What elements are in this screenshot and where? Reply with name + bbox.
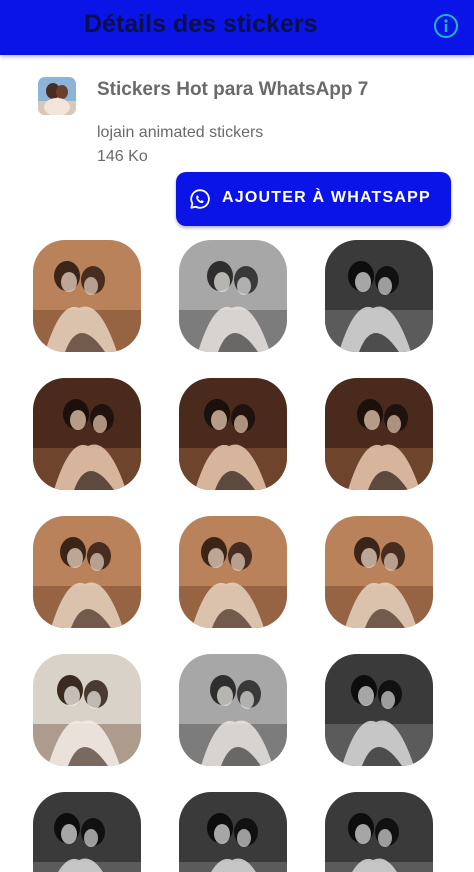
sticker-item[interactable] [325,792,433,872]
sticker-image [325,516,433,628]
pack-tray-image [38,77,76,115]
page-title: Détails des stickers [84,10,318,38]
pack-size: 146 Ko [97,148,148,165]
sticker-grid [0,240,474,872]
sticker-item[interactable] [33,516,141,628]
sticker-item[interactable] [325,378,433,490]
sticker-image [325,378,433,490]
pack-publisher: lojain animated stickers [97,124,264,141]
sticker-item[interactable] [33,378,141,490]
sticker-image [179,654,287,766]
sticker-item[interactable] [179,654,287,766]
sticker-item[interactable] [33,792,141,872]
add-to-whatsapp-label: AJOUTER À WHATSAPP [222,189,431,206]
whatsapp-icon [190,189,210,209]
sticker-image [179,240,287,352]
sticker-image [325,792,433,872]
sticker-image [33,516,141,628]
sticker-item[interactable] [33,654,141,766]
info-icon [434,14,458,38]
pack-header: Stickers Hot para WhatsApp 7 lojain anim… [0,55,474,235]
pack-name: Stickers Hot para WhatsApp 7 [97,79,369,100]
sticker-item[interactable] [179,378,287,490]
info-button[interactable] [433,13,459,39]
sticker-image [179,516,287,628]
add-to-whatsapp-button[interactable]: AJOUTER À WHATSAPP [176,172,451,226]
sticker-item[interactable] [325,654,433,766]
sticker-image [179,792,287,872]
sticker-image [33,378,141,490]
sticker-image [33,792,141,872]
sticker-item[interactable] [179,792,287,872]
sticker-item[interactable] [33,240,141,352]
sticker-item[interactable] [325,240,433,352]
sticker-item[interactable] [179,516,287,628]
sticker-item[interactable] [179,240,287,352]
sticker-image [325,654,433,766]
sticker-image [33,240,141,352]
sticker-image [325,240,433,352]
app-bar: Détails des stickers [0,0,474,55]
sticker-image [179,378,287,490]
sticker-item[interactable] [325,516,433,628]
sticker-image [33,654,141,766]
